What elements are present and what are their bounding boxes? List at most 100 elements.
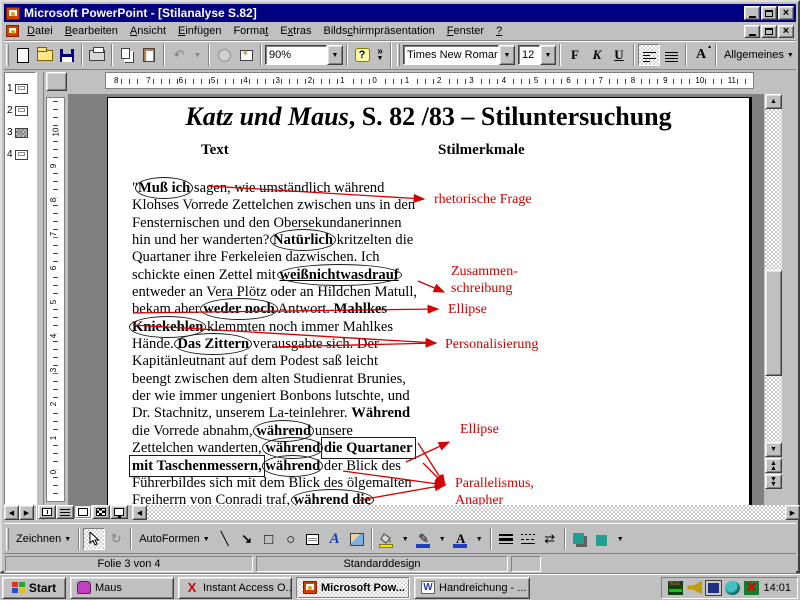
save-button[interactable] — [56, 44, 78, 66]
line-color-button[interactable]: ✎ — [413, 528, 435, 550]
slide-canvas[interactable]: Katz und Maus, S. 82 /83 – Stiluntersuch… — [68, 94, 764, 505]
fill-color-dropdown[interactable]: ▼ — [398, 528, 413, 550]
slideshow-view-button[interactable] — [110, 505, 128, 519]
previous-slide-button[interactable]: ▲▲ — [765, 458, 782, 473]
fill-color-button[interactable] — [376, 528, 398, 550]
toolbar-grip[interactable] — [6, 44, 9, 66]
offline-status-icon[interactable] — [744, 581, 759, 595]
more-buttons-standard[interactable]: »▼ — [373, 48, 387, 62]
new-button[interactable] — [12, 44, 34, 66]
font-size-value[interactable]: 12 — [518, 45, 540, 65]
volume-icon[interactable] — [687, 581, 702, 595]
print-button[interactable] — [86, 44, 108, 66]
teles-tray-icon[interactable] — [668, 581, 683, 595]
slide[interactable]: Katz und Maus, S. 82 /83 – Stiluntersuch… — [107, 97, 752, 505]
hscroll-left-icon[interactable]: ◀ — [132, 505, 147, 520]
arrow-style-button[interactable]: ⇄ — [539, 528, 561, 550]
outline-slide-3[interactable]: 3 — [7, 127, 28, 138]
menu-format[interactable]: Format — [227, 23, 274, 39]
outline-slide-1[interactable]: 1 — [7, 83, 28, 94]
display-settings-icon[interactable] — [706, 581, 721, 595]
free-rotate-button[interactable]: ↻ — [105, 528, 127, 550]
italic-button[interactable]: K — [586, 44, 608, 66]
menu-einfgen[interactable]: Einfügen — [172, 23, 227, 39]
close-button[interactable]: × — [778, 6, 794, 20]
slide-title[interactable]: Katz und Maus, S. 82 /83 – Stiluntersuch… — [108, 102, 749, 132]
autoshapes-menu-button[interactable]: AutoFormen▼ — [135, 528, 213, 550]
vertical-scroll-thumb[interactable] — [765, 270, 782, 376]
justify-button[interactable] — [660, 44, 682, 66]
menu-bildschirmprsentation[interactable]: Bildschirmpräsentation — [317, 23, 440, 39]
pane-splitter[interactable] — [36, 72, 44, 520]
doc-minimize-button[interactable] — [744, 25, 760, 38]
hyperlink-button[interactable] — [213, 44, 235, 66]
network-globe-icon[interactable] — [725, 581, 740, 595]
scroll-down-icon[interactable]: ▼ — [765, 442, 782, 457]
outline-scroll-left-icon[interactable]: ◀ — [4, 505, 19, 520]
zoom-combobox[interactable]: 90% ▼ — [265, 45, 343, 65]
new-slide-button[interactable] — [235, 44, 257, 66]
horizontal-scrollbar[interactable] — [147, 505, 785, 520]
task-instant-access[interactable]: X Instant Access O... — [178, 577, 292, 599]
threed-button[interactable] — [591, 528, 613, 550]
zoom-value[interactable]: 90% — [265, 45, 327, 65]
copy-button[interactable] — [116, 44, 138, 66]
outline-view-button[interactable] — [56, 505, 74, 519]
threed-dropdown[interactable]: ▼ — [613, 528, 628, 550]
menu-datei[interactable]: Datei — [21, 23, 59, 39]
paste-button[interactable] — [138, 44, 160, 66]
undo-button[interactable]: ↶ — [168, 44, 190, 66]
open-button[interactable] — [34, 44, 56, 66]
doc-restore-button[interactable] — [761, 25, 777, 38]
draw-menu-button[interactable]: Zeichnen▼ — [12, 528, 75, 550]
next-slide-button[interactable]: ▼▼ — [765, 474, 782, 489]
outline-pane[interactable]: 1 2 3 4 — [4, 72, 36, 505]
underline-button[interactable]: U — [608, 44, 630, 66]
arrow-tool-button[interactable]: ↘ — [236, 528, 258, 550]
shadow-button[interactable] — [569, 528, 591, 550]
menu-ansicht[interactable]: Ansicht — [124, 23, 172, 39]
menu-bearbeiten[interactable]: Bearbeiten — [59, 23, 124, 39]
wordart-button[interactable]: A — [324, 528, 346, 550]
slide-sorter-view-button[interactable] — [92, 505, 110, 519]
select-objects-button[interactable] — [83, 528, 105, 550]
task-powerpoint[interactable]: Microsoft Pow... — [296, 577, 410, 599]
menu-extras[interactable]: Extras — [274, 23, 317, 39]
rectangle-tool-button[interactable]: □ — [258, 528, 280, 550]
outline-scroll-right-icon[interactable]: ▶ — [19, 505, 34, 520]
line-color-dropdown[interactable]: ▼ — [435, 528, 450, 550]
scroll-up-icon[interactable]: ▲ — [765, 94, 782, 109]
textbox-tool-button[interactable] — [302, 528, 324, 550]
hscroll-right-icon[interactable]: ▶ — [785, 505, 800, 520]
help-button[interactable]: ? — [351, 44, 373, 66]
outline-slide-4[interactable]: 4 — [7, 149, 28, 160]
zoom-dropdown-icon[interactable]: ▼ — [327, 45, 343, 65]
doc-close-button[interactable]: × — [778, 25, 794, 38]
start-button[interactable]: Start — [2, 577, 66, 599]
bold-button[interactable]: F — [564, 44, 586, 66]
menu-?[interactable]: ? — [490, 23, 508, 39]
vertical-scrollbar[interactable]: ▲ ▼ ▲▲ ▼▼ — [765, 94, 782, 505]
font-color-button[interactable]: A — [450, 528, 472, 550]
normal-view-button[interactable] — [38, 505, 56, 519]
common-tasks-button[interactable]: Allgemeines▼ — [720, 44, 798, 66]
minimize-button[interactable] — [744, 6, 760, 20]
slide-view-button[interactable] — [74, 505, 92, 519]
task-maus[interactable]: Maus — [70, 577, 174, 599]
align-left-button[interactable] — [638, 44, 660, 66]
font-size-dropdown-icon[interactable]: ▼ — [540, 45, 556, 65]
font-name-combobox[interactable]: Times New Roman ▼ — [403, 45, 515, 65]
line-style-button[interactable] — [495, 528, 517, 550]
clipart-button[interactable] — [346, 528, 368, 550]
undo-dropdown[interactable]: ▼ — [190, 44, 205, 66]
task-handreichung[interactable]: W Handreichung - ... — [414, 577, 530, 599]
oval-tool-button[interactable]: ○ — [280, 528, 302, 550]
line-tool-button[interactable]: ╲ — [214, 528, 236, 550]
outline-slide-2[interactable]: 2 — [7, 105, 28, 116]
font-color-dropdown[interactable]: ▼ — [472, 528, 487, 550]
font-name-value[interactable]: Times New Roman — [403, 45, 499, 65]
font-name-dropdown-icon[interactable]: ▼ — [499, 45, 515, 65]
drawbar-grip[interactable] — [6, 528, 9, 550]
menu-fenster[interactable]: Fenster — [441, 23, 490, 39]
restore-button[interactable] — [761, 6, 777, 20]
